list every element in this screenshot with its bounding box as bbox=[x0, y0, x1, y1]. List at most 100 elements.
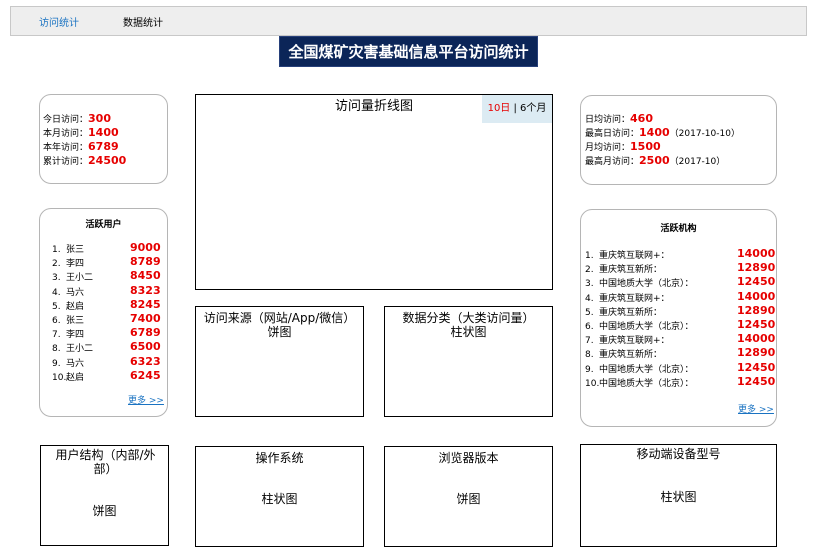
rank-name: 王小二 bbox=[66, 344, 94, 355]
rank-value: 8245 bbox=[130, 297, 161, 311]
active-user-row: 10.赵启 6245 bbox=[52, 369, 170, 383]
rank-number: 2. bbox=[52, 259, 61, 270]
mobile-bar-panel: 移动端设备型号 柱状图 bbox=[580, 444, 777, 547]
rank-name: 中国地质大学（北京）： bbox=[599, 279, 694, 290]
rank-number: 9. bbox=[52, 358, 61, 369]
rank-name: 李四 bbox=[66, 330, 85, 341]
rank-number: 8. bbox=[52, 344, 61, 355]
rank-name: 重庆筑互新所： bbox=[599, 265, 663, 276]
rank-name: 李四 bbox=[66, 259, 85, 270]
active-orgs-title: 活跃机构 bbox=[660, 224, 697, 234]
tab-visit-stats[interactable]: 访问统计 bbox=[39, 14, 79, 29]
active-org-row: 7. 重庆筑互联网+： 14000 bbox=[585, 332, 777, 346]
rank-number: 1. bbox=[52, 245, 61, 255]
rank-value: 14000 bbox=[737, 289, 776, 303]
rank-value: 12890 bbox=[737, 346, 776, 360]
rank-value: 8450 bbox=[130, 269, 161, 283]
rank-value: 12450 bbox=[737, 360, 776, 374]
rank-name: 张三 bbox=[66, 316, 85, 326]
active-org-row: 10.中国地质大学（北京）： 12450 bbox=[585, 374, 777, 389]
rank-value: 14000 bbox=[737, 247, 776, 260]
rank-number: 8. bbox=[585, 350, 594, 361]
rank-name: 重庆筑互联网+： bbox=[599, 293, 670, 304]
rank-number: 10. bbox=[585, 378, 600, 389]
active-orgs-card: 活跃机构 1. 重庆筑互联网+： 14000 2. 重庆筑互新所： 12890 3. 中国地质… bbox=[580, 209, 777, 427]
active-org-row: 1. 重庆筑互联网+： 14000 bbox=[585, 247, 777, 261]
active-user-row: 5. 赵启 8245 bbox=[52, 297, 170, 312]
averages-summary-card: 日均访问：460 最高日访问：1400（2017-10-10） 月均访问：150… bbox=[580, 95, 777, 185]
active-user-row: 2. 李四 8789 bbox=[52, 255, 170, 270]
active-user-row: 9. 马六 6323 bbox=[52, 354, 170, 369]
rank-number: 5. bbox=[585, 307, 594, 318]
tab-bar: 访问统计 数据统计 bbox=[10, 6, 807, 36]
rank-value: 12450 bbox=[737, 275, 776, 289]
stat-year: 本年访问：6789 bbox=[43, 140, 119, 153]
rank-number: 3. bbox=[585, 279, 594, 290]
rank-name: 赵启 bbox=[66, 372, 85, 383]
stat-daily-avg: 日均访问：460 bbox=[585, 112, 653, 125]
rank-value: 6500 bbox=[130, 340, 161, 354]
rank-name: 重庆筑互新所： bbox=[599, 307, 663, 318]
active-user-row: 7. 李四 6789 bbox=[52, 326, 170, 341]
rank-value: 9000 bbox=[130, 241, 161, 254]
rank-name: 重庆筑互联网+： bbox=[599, 251, 670, 261]
stat-total: 累计访问：24500 bbox=[43, 154, 127, 167]
active-user-row: 4. 马六 8323 bbox=[52, 284, 170, 298]
active-users-title: 活跃用户 bbox=[85, 220, 122, 230]
rank-value: 12890 bbox=[737, 303, 776, 317]
stat-today: 今日访问：300 bbox=[43, 112, 111, 125]
rank-name: 张三 bbox=[66, 245, 85, 255]
stat-max-daily: 最高日访问：1400（2017-10-10） bbox=[585, 126, 740, 139]
user-structure-pie-panel: 用户结构（内部/外部） 饼图 bbox=[40, 445, 169, 546]
stat-monthly-avg: 月均访问：1500 bbox=[585, 140, 661, 153]
rank-number: 9. bbox=[585, 364, 594, 375]
active-users-more-link[interactable]: 更多 >> bbox=[128, 393, 164, 406]
active-users-card: 活跃用户 1. 张三 9000 2. 李四 8789 3. 王小二 8450 4. 马六 8323 5.… bbox=[39, 208, 168, 417]
visit-line-chart: 访问量折线图 10日 | 6个月 bbox=[195, 94, 553, 290]
active-org-row: 8. 重庆筑互新所： 12890 bbox=[585, 346, 777, 361]
browser-pie-panel: 浏览器版本 饼图 bbox=[384, 446, 553, 547]
rank-number: 1. bbox=[585, 251, 594, 261]
os-bar-panel: 操作系统 柱状图 bbox=[195, 446, 364, 547]
active-org-row: 9. 中国地质大学（北京）： 12450 bbox=[585, 360, 777, 375]
active-org-row: 2. 重庆筑互新所： 12890 bbox=[585, 261, 777, 276]
active-org-row: 6. 中国地质大学（北京）： 12450 bbox=[585, 318, 777, 332]
rank-name: 中国地质大学（北京）： bbox=[599, 378, 694, 389]
rank-number: 7. bbox=[52, 330, 61, 341]
visits-summary-card: 今日访问：300 本月访问：1400 本年访问：6789 累计访问：24500 bbox=[39, 94, 168, 184]
rank-value: 12890 bbox=[737, 261, 776, 275]
stat-max-monthly: 最高月访问：2500（2017-10） bbox=[585, 154, 726, 167]
active-org-row: 4. 重庆筑互联网+： 14000 bbox=[585, 289, 777, 304]
rank-name: 赵启 bbox=[66, 301, 85, 312]
source-pie-panel: 访问来源（网站/App/微信） 饼图 bbox=[195, 306, 364, 417]
active-user-row: 8. 王小二 6500 bbox=[52, 340, 170, 355]
rank-number: 3. bbox=[52, 273, 61, 284]
tab-data-stats[interactable]: 数据统计 bbox=[123, 14, 163, 29]
active-orgs-more-link[interactable]: 更多 >> bbox=[738, 402, 774, 415]
period-6-months[interactable]: 6个月 bbox=[520, 103, 546, 114]
rank-value: 6789 bbox=[130, 326, 161, 340]
category-bar-panel: 数据分类（大类访问量） 柱状图 bbox=[384, 306, 553, 417]
active-org-row: 3. 中国地质大学（北京）： 12450 bbox=[585, 275, 777, 290]
period-10-days[interactable]: 10日 bbox=[488, 103, 511, 114]
rank-value: 7400 bbox=[130, 312, 161, 325]
rank-number: 10. bbox=[52, 372, 67, 383]
rank-value: 12450 bbox=[737, 374, 776, 388]
rank-value: 12450 bbox=[737, 318, 776, 331]
rank-name: 王小二 bbox=[66, 273, 94, 284]
stat-month: 本月访问：1400 bbox=[43, 126, 119, 139]
active-user-row: 3. 王小二 8450 bbox=[52, 269, 170, 284]
page-title: 全国煤矿灾害基础信息平台访问统计 bbox=[279, 36, 538, 67]
rank-name: 马六 bbox=[66, 287, 85, 298]
active-org-row: 5. 重庆筑互新所： 12890 bbox=[585, 303, 777, 318]
rank-name: 马六 bbox=[66, 358, 85, 369]
period-toggle: 10日 | 6个月 bbox=[482, 95, 552, 123]
active-user-row: 1. 张三 9000 bbox=[52, 241, 170, 255]
rank-number: 2. bbox=[585, 265, 594, 276]
rank-name: 中国地质大学（北京）： bbox=[599, 322, 694, 332]
rank-number: 4. bbox=[52, 287, 61, 298]
rank-value: 6323 bbox=[130, 354, 161, 368]
rank-number: 6. bbox=[585, 322, 594, 332]
rank-number: 5. bbox=[52, 301, 61, 312]
rank-value: 14000 bbox=[737, 332, 776, 346]
